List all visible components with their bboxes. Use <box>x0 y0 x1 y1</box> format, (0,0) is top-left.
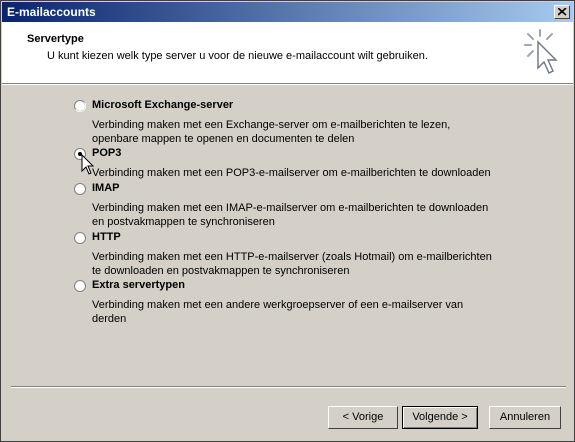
back-button[interactable]: < Vorige <box>328 406 398 429</box>
radio-extra-servertypes[interactable] <box>74 280 86 292</box>
cancel-button[interactable]: Annuleren <box>489 406 561 429</box>
option-description: Verbinding maken met een POP3-e-mailserv… <box>92 167 491 179</box>
radio-exchange[interactable] <box>74 100 86 112</box>
option-description: Verbinding maken met een andere werkgroe… <box>92 299 464 325</box>
wizard-sparkle-cursor-icon <box>524 29 558 74</box>
option-label[interactable]: Extra servertypen <box>92 279 185 291</box>
option-description: Verbinding maken met een HTTP-e-mailserv… <box>92 251 492 277</box>
title-bar[interactable]: E-mailaccounts <box>2 2 573 22</box>
option-label[interactable]: Microsoft Exchange-server <box>92 99 233 111</box>
option-label[interactable]: POP3 <box>92 147 121 159</box>
close-button[interactable] <box>554 5 570 19</box>
next-button[interactable]: Volgende > <box>402 406 478 429</box>
option-label[interactable]: IMAP <box>92 182 120 194</box>
option-label[interactable]: HTTP <box>92 231 121 243</box>
footer-separator <box>11 386 566 388</box>
radio-imap[interactable] <box>74 183 86 195</box>
page-title: Servertype <box>27 33 84 45</box>
email-accounts-dialog: E-mailaccounts Servertype U kunt kiezen … <box>0 0 575 442</box>
wizard-header: Servertype U kunt kiezen welk type serve… <box>2 22 573 83</box>
radio-http[interactable] <box>74 232 86 244</box>
window-title: E-mailaccounts <box>7 5 96 19</box>
header-separator <box>2 83 573 85</box>
option-description: Verbinding maken met een IMAP-e-mailserv… <box>92 202 489 228</box>
page-description: U kunt kiezen welk type server u voor de… <box>47 50 428 62</box>
radio-pop3[interactable] <box>74 148 86 160</box>
close-icon <box>558 8 567 16</box>
option-description: Verbinding maken met een Exchange-server… <box>92 119 451 145</box>
